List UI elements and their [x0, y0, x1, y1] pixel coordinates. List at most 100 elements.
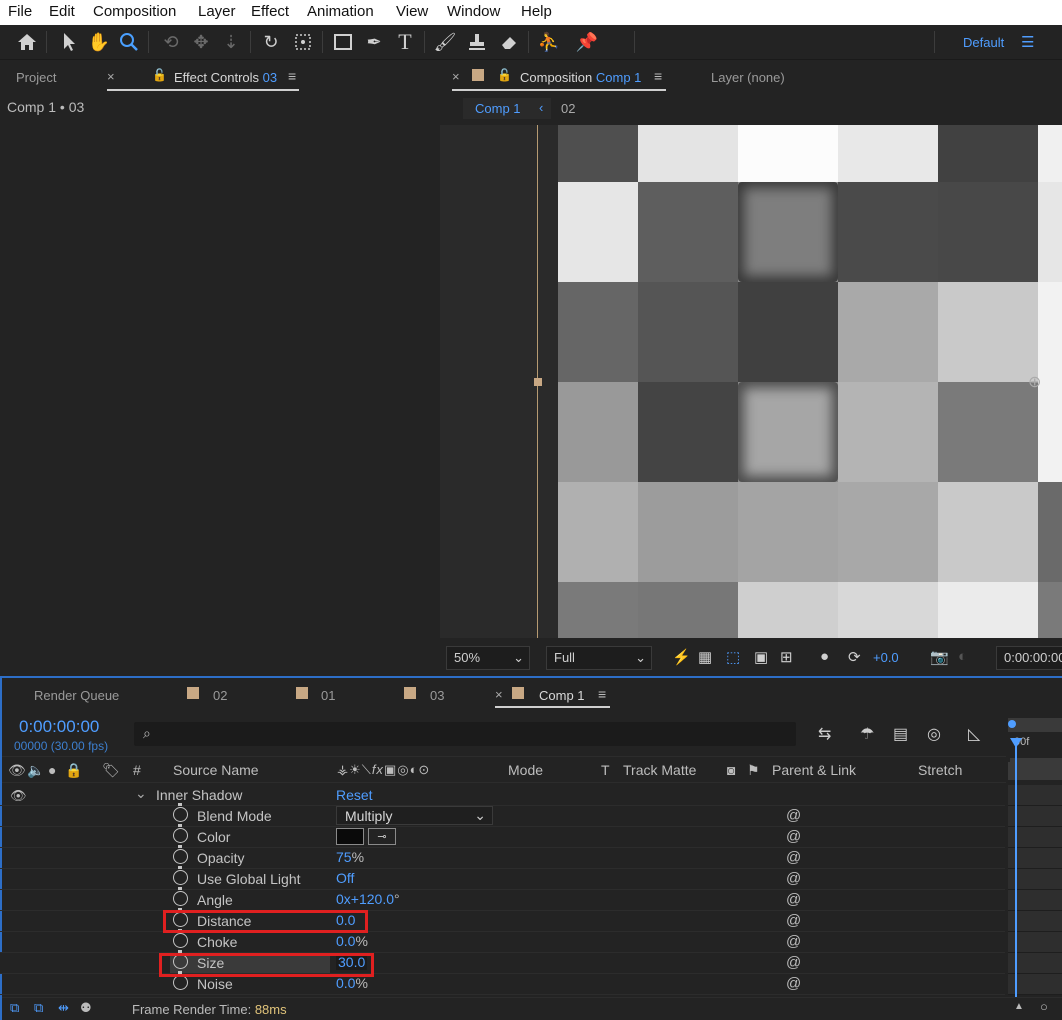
workspace-default[interactable]: Default — [963, 35, 1004, 50]
layer-handle[interactable] — [534, 378, 542, 386]
zoom-slider-handle[interactable]: ○ — [1040, 999, 1048, 1014]
header-parent-link[interactable]: Parent & Link — [772, 762, 856, 778]
current-time[interactable]: 0:00:00:00 — [19, 717, 99, 737]
menu-help[interactable]: Help — [521, 3, 552, 20]
comp-canvas[interactable] — [558, 125, 1062, 638]
lock-icon[interactable]: 🔓 — [152, 68, 167, 82]
navigator-start-handle[interactable] — [1008, 720, 1016, 728]
property-row[interactable]: Angle 0x+120.0° @ — [0, 887, 1005, 911]
region-of-interest-icon[interactable]: ▣ — [754, 648, 768, 666]
header-t[interactable]: T — [601, 762, 610, 778]
workspace-menu-icon[interactable]: ☰ — [1021, 33, 1034, 51]
zoom-select[interactable]: 50% ⌄ — [446, 646, 530, 670]
timecode-display[interactable]: 0:00:00:00 — [996, 646, 1062, 670]
header-stretch[interactable]: Stretch — [918, 762, 962, 778]
matte-flag-icon[interactable]: ⚑ — [747, 762, 760, 779]
lock-icon[interactable]: 🔓 — [497, 68, 512, 82]
video-toggle-icon[interactable]: 👁 — [8, 762, 26, 779]
tab-composition[interactable]: Composition Comp 1 — [520, 70, 641, 85]
header-track-matte[interactable]: Track Matte — [623, 762, 696, 778]
eyedropper-icon[interactable]: ⊸ — [368, 828, 396, 845]
matte-icon[interactable]: ◙ — [727, 762, 735, 778]
crumb-comp[interactable]: Comp 1 ‹ — [463, 98, 551, 119]
property-value[interactable]: 0.0% — [336, 933, 368, 949]
menu-composition[interactable]: Composition — [93, 3, 176, 20]
panel-menu-icon[interactable]: ≡ — [654, 68, 662, 84]
panel-menu-icon[interactable]: ≡ — [598, 686, 606, 702]
panel-menu-icon[interactable]: ≡ — [288, 68, 296, 84]
property-value[interactable]: Off — [336, 870, 354, 886]
in-out-toggle-icon[interactable]: ⇹ — [58, 1000, 69, 1016]
anchor-point-icon[interactable]: ⊕ — [1028, 372, 1041, 392]
property-row-selected[interactable]: Size 30.0 @ — [0, 950, 1005, 974]
transfer-controls-toggle-icon[interactable]: ⧉ — [34, 1000, 43, 1016]
crumb-layer[interactable]: 02 — [561, 101, 575, 116]
eye-icon[interactable]: 👁 — [10, 788, 27, 804]
tab-comp-1[interactable]: Comp 1 — [539, 688, 585, 703]
header-source-name[interactable]: Source Name — [173, 762, 259, 778]
effect-reset-link[interactable]: Reset — [336, 787, 373, 803]
tab-comp-02[interactable]: 02 — [213, 688, 227, 703]
pick-whip-icon[interactable]: @ — [786, 954, 801, 971]
close-tab-icon[interactable]: × — [452, 69, 460, 84]
pen-tool-icon[interactable]: ✒ — [361, 29, 387, 55]
motion-blur-icon[interactable]: ◎ — [927, 724, 941, 744]
menu-window[interactable]: Window — [447, 3, 500, 20]
pick-whip-icon[interactable]: @ — [786, 933, 801, 950]
render-time-toggle-icon[interactable]: ⚉ — [80, 1000, 92, 1016]
property-row[interactable]: Opacity 75% @ — [0, 845, 1005, 869]
composition-viewer[interactable]: ⊕ — [440, 125, 1062, 638]
zoom-out-icon[interactable]: ▲ — [1014, 1001, 1024, 1012]
effect-group-row[interactable]: 👁 ⌄ Inner Shadow Reset — [0, 785, 1005, 806]
lock-icon[interactable]: 🔒 — [65, 762, 82, 779]
tab-layer[interactable]: Layer (none) — [711, 70, 785, 85]
blend-mode-select[interactable]: Multiply ⌄ — [336, 806, 493, 825]
stopwatch-icon[interactable] — [173, 929, 188, 948]
transparency-grid-icon[interactable]: ▦ — [698, 648, 712, 666]
draft-3d-icon[interactable]: ☂ — [860, 724, 874, 744]
roto-brush-tool-icon[interactable]: ⛹ — [536, 29, 562, 55]
property-row[interactable]: Noise 0.0% @ — [0, 971, 1005, 995]
property-row[interactable]: Blend Mode Multiply ⌄ @ — [0, 803, 1005, 827]
home-icon[interactable] — [14, 29, 40, 55]
tab-project[interactable]: Project — [16, 70, 56, 85]
puppet-pin-tool-icon[interactable]: 📌 — [574, 29, 600, 55]
solo-icon[interactable]: ● — [48, 762, 56, 778]
pick-whip-icon[interactable]: @ — [786, 891, 801, 908]
close-tab-icon[interactable]: × — [495, 687, 503, 702]
rotation-tool-icon[interactable]: ↻ — [258, 29, 284, 55]
clone-stamp-tool-icon[interactable] — [464, 29, 490, 55]
fast-previews-icon[interactable]: ⚡ — [672, 648, 691, 666]
stopwatch-icon[interactable] — [173, 803, 188, 822]
property-value[interactable]: 75% — [336, 849, 364, 865]
stopwatch-icon[interactable] — [173, 887, 188, 906]
pick-whip-icon[interactable]: @ — [786, 828, 801, 845]
pan-behind-tool-icon[interactable] — [290, 29, 316, 55]
tab-render-queue[interactable]: Render Queue — [34, 688, 119, 703]
pick-whip-icon[interactable]: @ — [786, 849, 801, 866]
hand-tool-icon[interactable]: ✋ — [86, 29, 112, 55]
brush-tool-icon[interactable]: 🖌 — [432, 29, 458, 55]
eraser-tool-icon[interactable] — [496, 29, 522, 55]
rectangle-tool-icon[interactable] — [330, 29, 356, 55]
type-tool-icon[interactable]: T — [392, 29, 418, 55]
exposure-reset-icon[interactable]: ⟳ — [848, 648, 861, 666]
graph-editor-icon[interactable]: ◺ — [968, 724, 980, 744]
pick-whip-icon[interactable]: @ — [786, 807, 801, 824]
property-row[interactable]: Color ⊸ @ — [0, 824, 1005, 848]
chevron-down-icon[interactable]: ⌄ — [135, 785, 147, 802]
frame-blending-icon[interactable]: ▤ — [893, 724, 908, 744]
menu-layer[interactable]: Layer — [198, 3, 236, 20]
snapshot-camera-icon[interactable]: 📷 — [930, 648, 949, 666]
show-channel-icon[interactable]: ● — [820, 648, 829, 665]
property-value[interactable]: 0.0% — [336, 975, 368, 991]
guides-icon[interactable]: ⊞ — [780, 648, 793, 666]
switches-icon[interactable]: ⚶☀⟍fx▣◎◐⊙ — [337, 762, 430, 778]
label-tag-icon[interactable]: 🏷 — [102, 762, 120, 779]
resolution-select[interactable]: Full ⌄ — [546, 646, 652, 670]
pick-whip-icon[interactable]: @ — [786, 870, 801, 887]
header-mode[interactable]: Mode — [508, 762, 543, 778]
pick-whip-icon[interactable]: @ — [786, 912, 801, 929]
stopwatch-icon[interactable] — [173, 866, 188, 885]
menu-effect[interactable]: Effect — [251, 3, 289, 20]
